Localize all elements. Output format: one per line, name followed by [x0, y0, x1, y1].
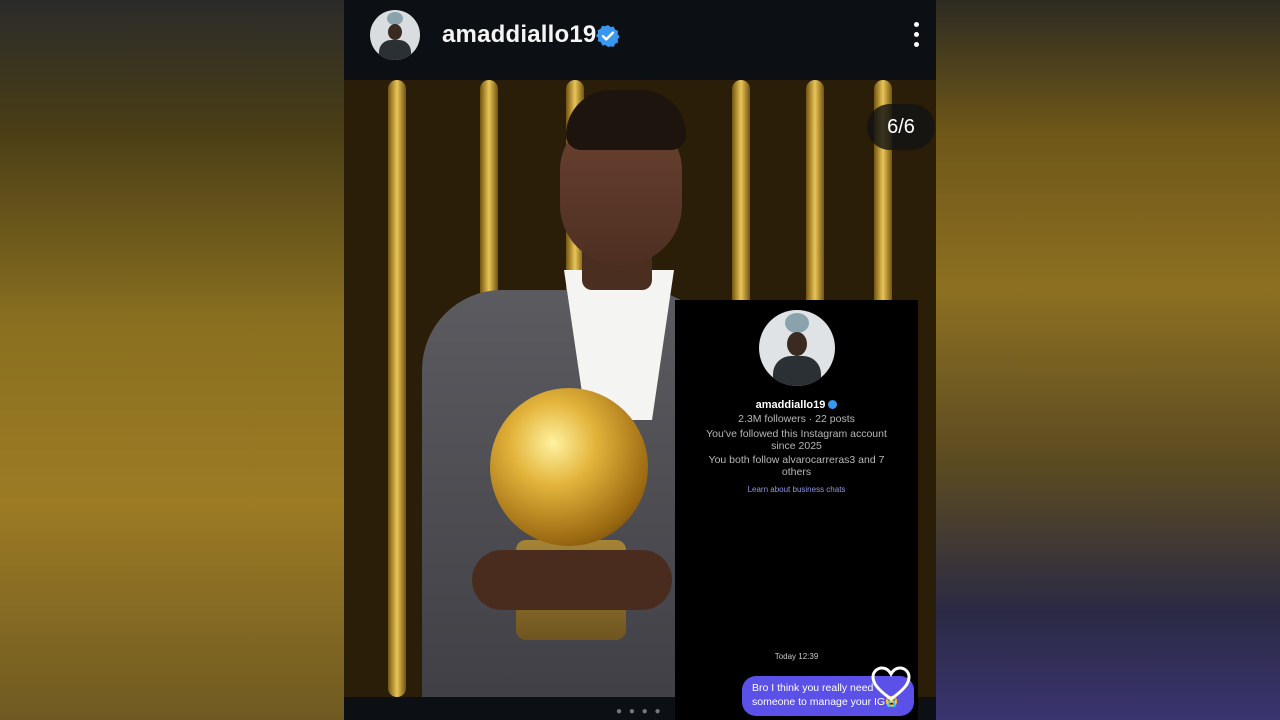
- dm-mutual-line-2: others: [781, 466, 812, 478]
- heart-reaction-icon: [871, 666, 911, 701]
- dm-verified-badge-icon: [828, 400, 838, 409]
- ballon-dor-trophy: [490, 388, 648, 546]
- slide-counter: 6/6: [867, 104, 935, 150]
- dm-timestamp: Today 12:39: [774, 652, 819, 661]
- dm-stats: 2.3M followers · 22 posts: [738, 413, 855, 425]
- dm-profile-avatar: [759, 310, 835, 386]
- dm-screenshot-overlay: amaddiallo19 2.3M followers · 22 posts Y…: [675, 300, 918, 720]
- dm-username: amaddiallo19: [675, 399, 918, 411]
- more-options-icon[interactable]: [910, 22, 922, 50]
- post-username[interactable]: amaddiallo19: [442, 21, 596, 49]
- carousel-dots: ● ● ● ●: [616, 706, 663, 717]
- blurred-background-right: [936, 0, 1280, 720]
- dm-mutual-line-1: You both follow alvarocarreras3 and 7: [708, 454, 885, 466]
- post-header: amaddiallo19: [344, 0, 936, 80]
- dm-followed-line-2: since 2025: [771, 440, 822, 452]
- verified-badge-icon: [596, 25, 620, 47]
- dm-followed-line-1: You've followed this Instagram account: [706, 428, 887, 440]
- profile-avatar[interactable]: [370, 10, 420, 60]
- business-chats-link: Learn about business chats: [747, 485, 846, 494]
- blurred-background-left: [0, 0, 344, 720]
